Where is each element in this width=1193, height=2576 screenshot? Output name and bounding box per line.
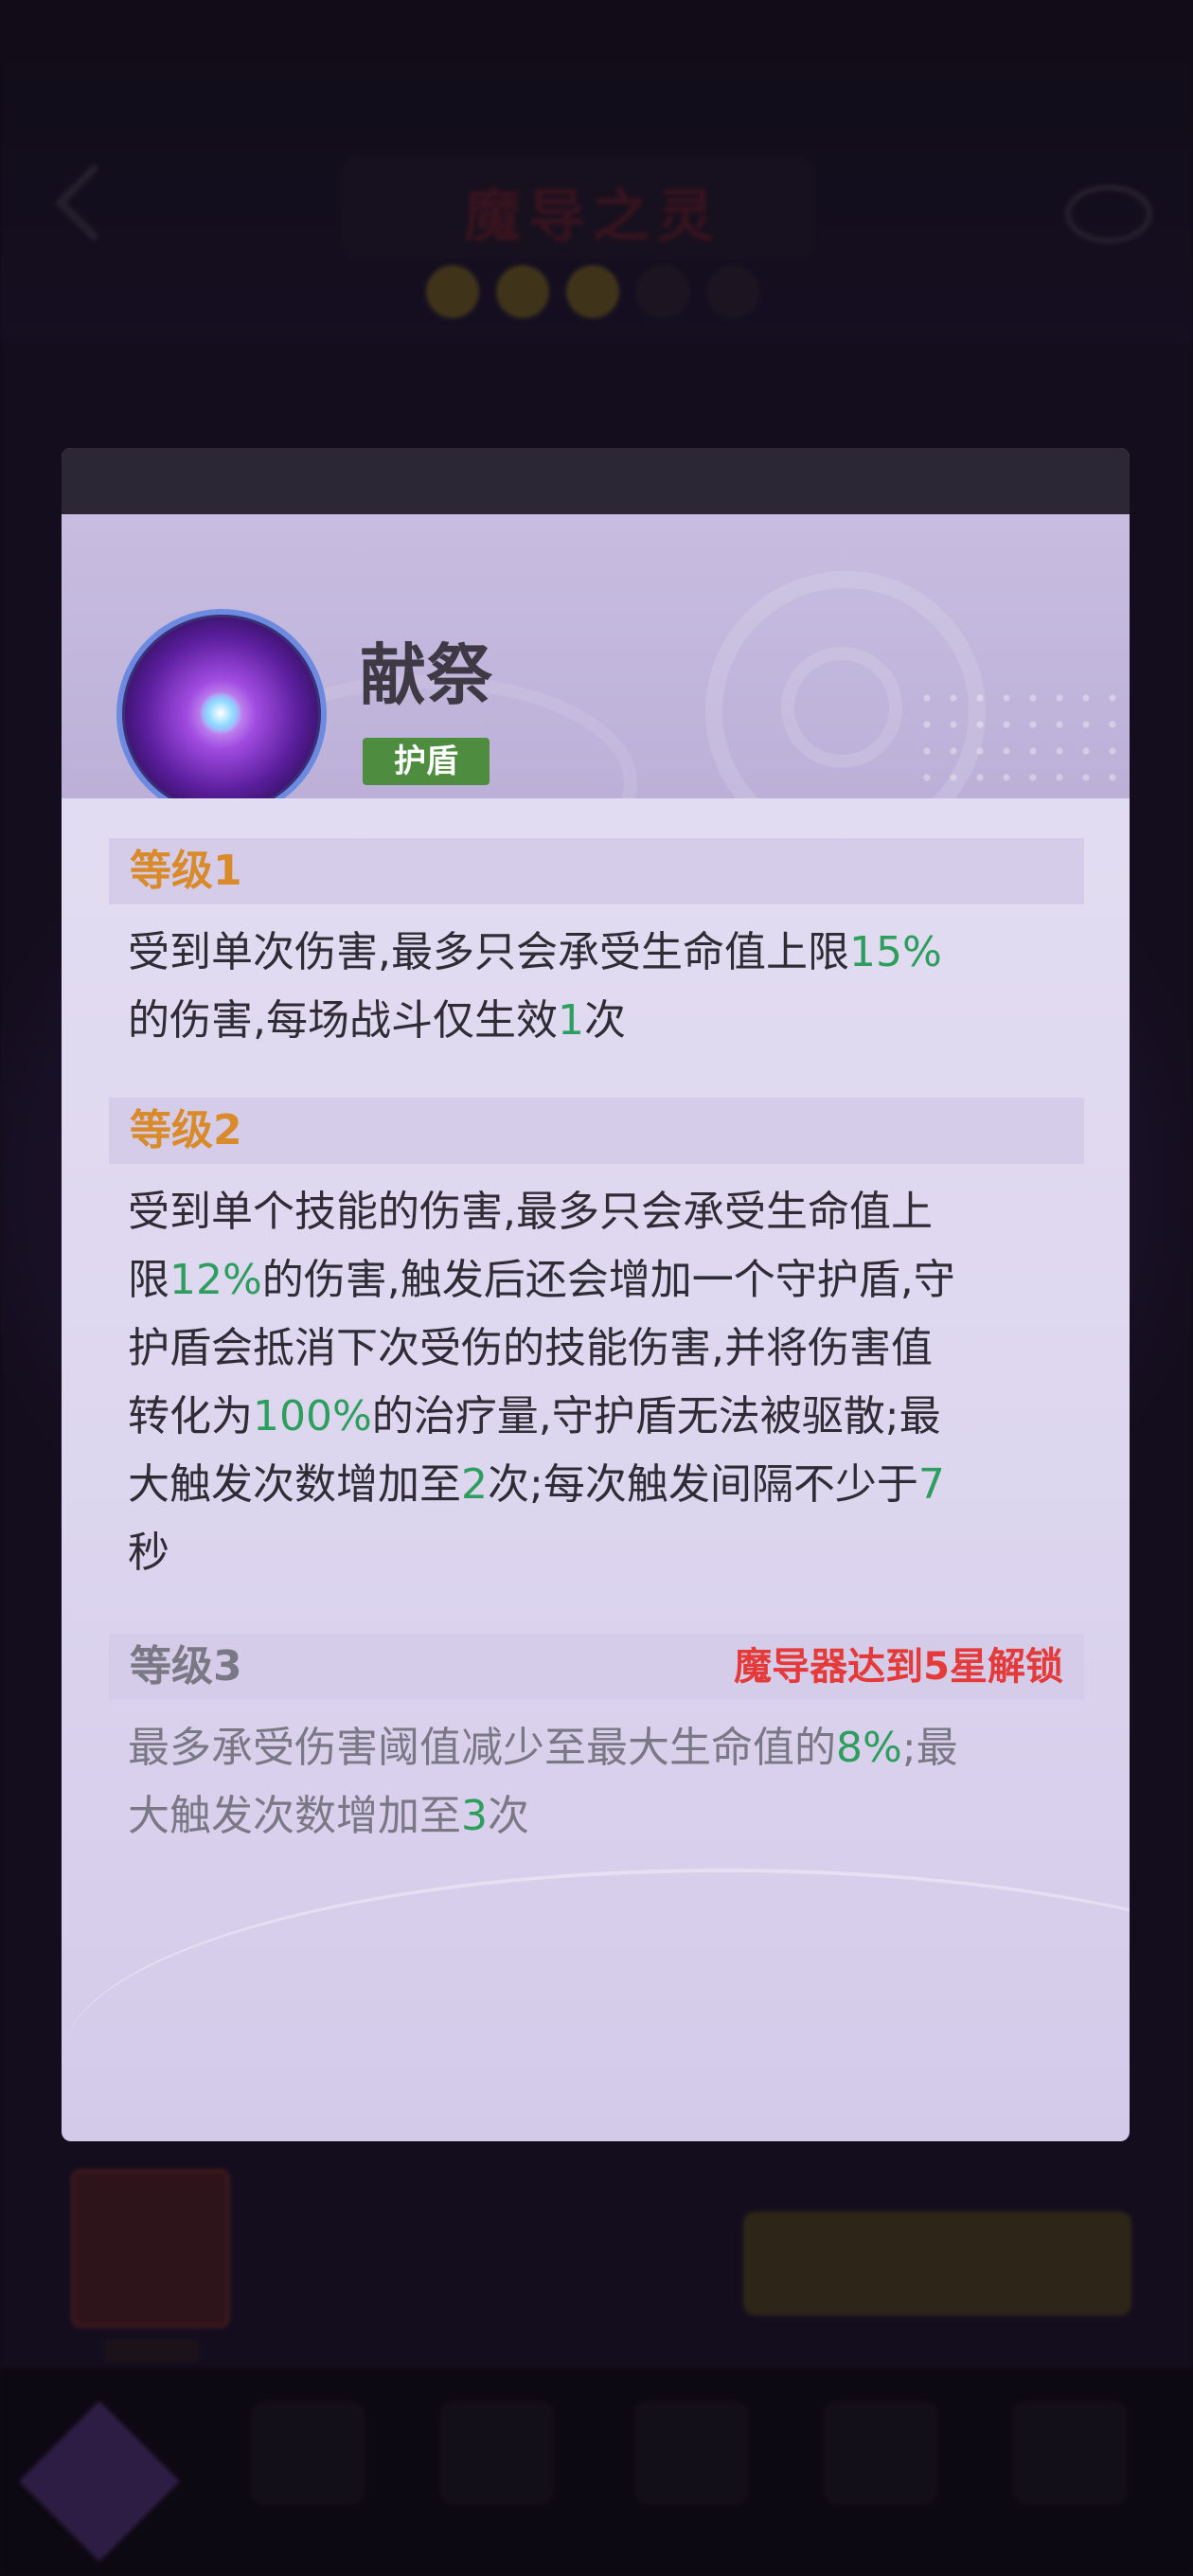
value-highlight: 3 [461,1792,488,1840]
text: 受到单次伤害,最多只会承受生命值上限 [128,928,849,976]
description-line: 受到单次伤害,最多只会承受生命值上限15% [128,919,1084,987]
text: 大触发次数增加至 [128,1792,461,1840]
text: 最多承受伤害阈值减少至最大生命值的 [128,1724,836,1772]
text: 秒 [128,1529,169,1577]
level-1-description: 受到单次伤害,最多只会承受生命值上限15% 的伤害,每场战斗仅生效1次 [128,919,1084,1055]
text: 次;每次触发间隔不少于 [488,1460,918,1509]
text: ;最 [901,1724,958,1772]
description-line: 的伤害,每场战斗仅生效1次 [128,987,1084,1055]
text: 次 [584,996,626,1045]
text: 大触发次数增加至 [128,1460,461,1509]
text: 受到单个技能的伤害,最多只会承受生命值上 [128,1188,933,1236]
skill-detail-dialog: 献祭 护盾 等级1 受到单次伤害,最多只会承受生命值上限15% 的伤害,每场战斗… [62,448,1130,2141]
header-dots-decoration [914,685,1122,789]
level-3-header: 等级3 魔导器达到5星解锁 [109,1634,1084,1700]
text: 限 [128,1256,169,1304]
header-decoration [781,647,902,768]
text: 转化为 [128,1392,253,1440]
background-swoosh [62,1869,1130,2141]
text: 的伤害,触发后还会增加一个守护盾,守 [261,1256,955,1304]
description-line: 限12%的伤害,触发后还会增加一个守护盾,守 [128,1246,1084,1315]
level-3-unlock-requirement: 魔导器达到5星解锁 [734,1645,1063,1689]
value-highlight: 2 [461,1460,488,1509]
description-line: 秒 [128,1519,1084,1587]
description-line: 大触发次数增加至3次 [128,1782,1084,1851]
skill-orb-core [200,692,241,734]
text: 次 [488,1792,529,1840]
level-2-description: 受到单个技能的伤害,最多只会承受生命值上 限12%的伤害,触发后还会增加一个守护… [128,1178,1084,1587]
value-highlight: 100% [253,1392,372,1440]
value-highlight: 12% [169,1256,262,1304]
level-1-title: 等级1 [130,847,242,895]
description-line: 护盾会抵消下次受伤的技能伤害,并将伤害值 [128,1315,1084,1383]
description-line: 大触发次数增加至2次;每次触发间隔不少于7 [128,1451,1084,1519]
skill-name: 献祭 [360,636,492,714]
level-1-header: 等级1 [109,838,1084,904]
dialog-header: 献祭 护盾 [62,514,1130,798]
skill-type-badge: 护盾 [363,738,490,785]
text: 的伤害,每场战斗仅生效 [128,996,558,1045]
level-2-header: 等级2 [109,1098,1084,1164]
text: 的治疗量,守护盾无法被驱散;最 [371,1392,941,1440]
dialog-top-strip [62,448,1130,514]
value-highlight: 1 [558,996,584,1045]
text: 护盾会抵消下次受伤的技能伤害,并将伤害值 [128,1324,933,1372]
value-highlight: 15% [849,928,942,976]
level-3-description: 最多承受伤害阈值减少至最大生命值的8%;最 大触发次数增加至3次 [128,1714,1084,1851]
level-2-title: 等级2 [130,1106,242,1154]
description-line: 转化为100%的治疗量,守护盾无法被驱散;最 [128,1383,1084,1451]
value-highlight: 8% [836,1724,902,1772]
value-highlight: 7 [917,1460,945,1509]
description-line: 最多承受伤害阈值减少至最大生命值的8%;最 [128,1714,1084,1782]
level-3-title: 等级3 [130,1642,242,1690]
description-line: 受到单个技能的伤害,最多只会承受生命值上 [128,1178,1084,1246]
skill-orb-icon [116,609,327,798]
